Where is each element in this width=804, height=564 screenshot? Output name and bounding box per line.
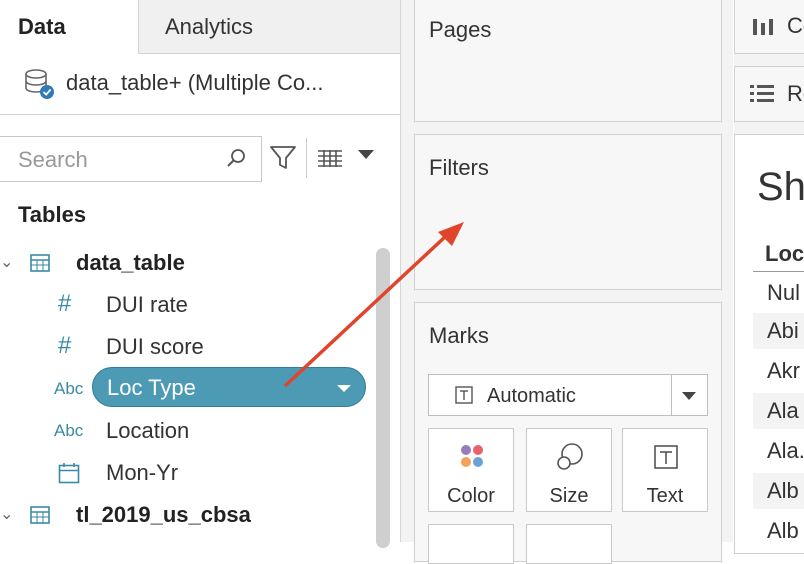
columns-shelf[interactable]: Co [734,0,804,54]
size-icon [557,443,583,470]
row-value: Alb [767,478,799,503]
row-value: Akr [767,358,800,383]
calendar-icon [58,463,80,484]
chevron-down-icon[interactable]: ⌄ [0,252,13,272]
field-location[interactable]: Abc Location [0,410,370,450]
field-name: DUI rate [106,292,188,317]
tab-data-label: Data [18,14,66,39]
columns-icon [753,19,773,35]
number-type-icon: # [58,290,72,317]
rows-label: Ro [787,81,804,106]
table-row-tl-2019-us-cbsa[interactable]: ⌄ tl_2019_us_cbsa [0,494,370,534]
header-rule [753,271,804,272]
row-value: Abi [767,318,799,343]
view-options-dropdown[interactable] [358,150,374,159]
rows-shelf[interactable]: Ro [734,66,804,122]
filters-shelf[interactable]: Filters [414,134,722,290]
filters-title: Filters [429,155,489,180]
text-icon [654,445,678,469]
view-list-icon[interactable] [316,148,344,168]
field-dui-rate[interactable]: # DUI rate [0,284,370,324]
mark-type-dropdown[interactable]: Automatic [428,374,708,416]
text-button[interactable]: Text [622,428,708,512]
field-loc-type-selected[interactable]: Loc Type [92,367,366,407]
size-label: Size [549,485,589,507]
marks-title: Marks [429,323,489,348]
field-name: Mon-Yr [106,460,179,485]
table-icon [30,254,50,272]
table-name: tl_2019_us_cbsa [76,502,251,527]
color-icon [461,445,483,467]
toolbar-divider [306,138,307,178]
filter-icon[interactable] [268,144,298,172]
search-input[interactable] [16,145,220,175]
table-row[interactable]: Alb [753,513,804,549]
text-label: Text [646,485,684,507]
datasource-name: data_table+ (Multiple Co... [66,70,324,95]
column-header: Loc [765,241,804,266]
pages-title: Pages [429,17,492,42]
tab-analytics[interactable]: Analytics [138,0,400,54]
caret-down-icon[interactable] [337,385,351,392]
table-row[interactable]: Akr [753,353,804,389]
table-name: data_table [76,250,185,275]
rows-icon [750,85,774,102]
table-row[interactable]: Ala [753,393,804,429]
pages-shelf[interactable]: Pages [414,0,722,122]
worksheet[interactable]: Sh Loc Nul Abi Akr Ala Ala. Alb Alb [734,134,804,554]
field-name: Location [106,418,190,443]
tab-data[interactable]: Data [0,0,138,54]
chevron-down-icon[interactable]: ⌄ [0,504,13,524]
field-dui-score[interactable]: # DUI score [0,326,370,366]
field-name: DUI score [106,334,204,359]
table-row[interactable]: Alb [753,473,804,509]
table-row[interactable]: Nul [753,275,804,311]
field-loc-type-type: Abc [0,368,92,408]
string-type-icon: Abc [54,421,84,440]
search-field[interactable] [0,136,262,182]
field-mon-yr[interactable]: Mon-Yr [0,452,370,492]
table-row-data-table[interactable]: ⌄ data_table [0,242,370,282]
columns-label: Co [787,13,804,38]
database-icon [25,69,54,99]
sheet-title: Sh [757,165,804,209]
caret-down-icon[interactable] [682,392,696,400]
table-icon [30,506,50,524]
table-row[interactable]: Abi [753,313,804,349]
number-type-icon: # [58,332,72,359]
size-button[interactable]: Size [526,428,612,512]
string-type-icon: Abc [54,379,84,398]
tooltip-button[interactable] [526,524,612,564]
scrollbar-thumb[interactable] [376,248,390,548]
tab-analytics-label: Analytics [165,13,254,39]
color-label: Color [447,485,495,507]
datasource-row[interactable]: data_table+ (Multiple Co... [0,54,400,115]
row-value: Nul [767,280,801,305]
search-icon [227,149,245,167]
text-mark-icon [455,386,473,404]
color-button[interactable]: Color [428,428,514,512]
row-value: Alb [767,518,799,543]
detail-button[interactable] [428,524,514,564]
mark-type-value: Automatic [487,385,576,407]
row-value: Ala [767,398,799,423]
field-name: Loc Type [107,375,196,400]
row-value: Ala. [767,438,804,463]
tables-heading: Tables [18,202,87,227]
table-row[interactable]: Ala. [753,433,804,469]
dropdown-divider [671,375,672,415]
